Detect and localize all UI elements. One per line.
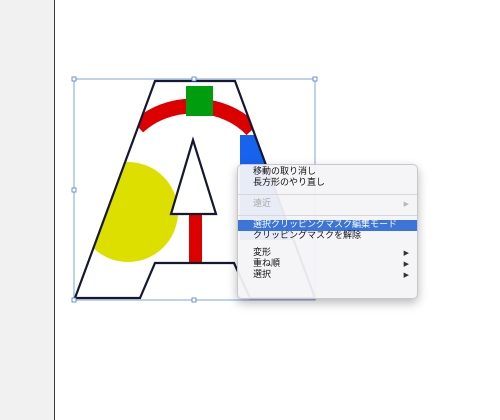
handle-top-center[interactable] — [191, 76, 197, 82]
menu-item-redo-rectangle[interactable]: 長方形のやり直し — [238, 178, 417, 189]
menu-separator — [238, 194, 417, 195]
submenu-arrow-icon: ▶ — [403, 200, 409, 208]
handle-top-left[interactable] — [71, 76, 77, 82]
menu-item-edit-clipping-mask-mode[interactable]: 選択クリッピングマスク編集モード — [238, 220, 417, 231]
menu-item-label: 変形 — [253, 248, 272, 258]
red-bar — [189, 214, 202, 264]
menu-item-select[interactable]: 選択 ▶ — [238, 270, 417, 281]
menu-item-label: 長方形のやり直し — [253, 178, 326, 188]
menu-item-arrange[interactable]: 重ね順 ▶ — [238, 259, 417, 270]
menu-separator — [238, 215, 417, 216]
menu-item-label: クリッピングマスクを解除 — [253, 231, 362, 241]
menu-item-release-clipping-mask[interactable]: クリッピングマスクを解除 — [238, 231, 417, 242]
handle-top-right[interactable] — [312, 76, 318, 82]
menu-item-undo-move[interactable]: 移動の取り消し — [238, 167, 417, 178]
menu-item-label: 重ね順 — [253, 259, 281, 269]
submenu-arrow-icon: ▶ — [403, 260, 409, 268]
menu-item-transform[interactable]: 変形 ▶ — [238, 248, 417, 259]
handle-bottom-center[interactable] — [191, 297, 197, 303]
menu-item-label: 選択 — [253, 270, 272, 280]
submenu-arrow-icon: ▶ — [403, 271, 409, 279]
green-rectangle — [186, 86, 213, 116]
menu-item-label: 移動の取り消し — [253, 167, 317, 177]
menu-item-label: 選択クリッピングマスク編集モード — [253, 220, 398, 230]
submenu-arrow-icon: ▶ — [403, 249, 409, 257]
menu-item-perspective: 遠近 ▶ — [238, 199, 417, 210]
handle-middle-left[interactable] — [71, 187, 77, 193]
menu-item-label: 遠近 — [253, 199, 272, 209]
handle-bottom-left[interactable] — [71, 297, 77, 303]
context-menu: 移動の取り消し 長方形のやり直し 遠近 ▶ 選択クリッピングマスク編集モード クリ… — [237, 164, 418, 299]
